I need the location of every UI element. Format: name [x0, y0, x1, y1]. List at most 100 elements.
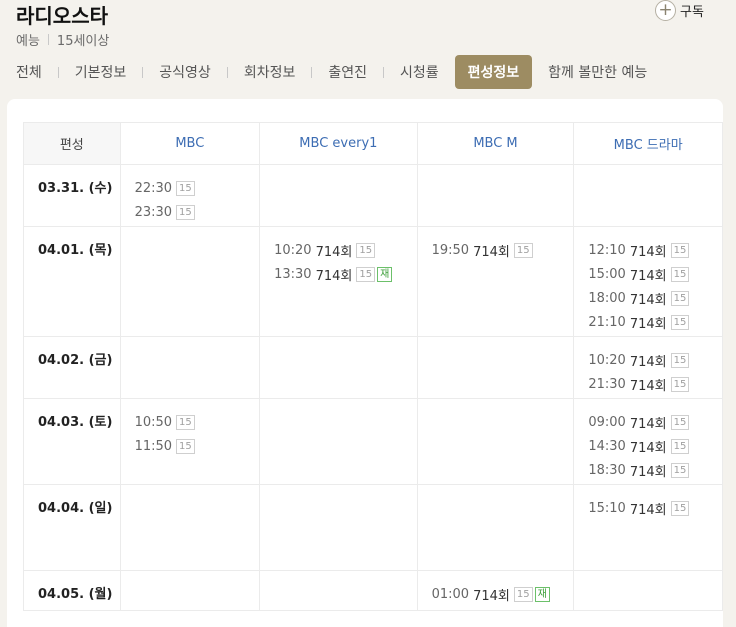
age-rating-badge: 15 — [513, 242, 533, 258]
airtime-slot[interactable]: 09:00 714회 15 — [588, 410, 722, 434]
plus-icon: + — [655, 0, 676, 21]
tab-divider — [226, 66, 228, 78]
airtime-slot[interactable]: 15:10 714회 15 — [588, 496, 722, 520]
airtime-slot[interactable]: 01:00 714회 15 재 — [432, 582, 574, 606]
episode-number: 714회 — [629, 244, 667, 260]
airtime-slot[interactable]: 21:30 714회 15 — [588, 372, 722, 396]
airtime-slot[interactable]: 10:20 714회 15 — [274, 238, 417, 262]
airtime-slot[interactable]: 10:50 15 — [135, 410, 260, 434]
tab-related-shows[interactable]: 함께 볼만한 예능 — [548, 62, 647, 82]
rerun-badge: 재 — [534, 586, 550, 602]
airtime-time: 13:30 — [274, 266, 312, 282]
age-rating-badge: 15 — [176, 204, 195, 220]
tab-official-video[interactable]: 공식영상 — [159, 62, 211, 82]
schedule-cell — [416, 484, 575, 571]
schedule-cell: 22:30 15 23:30 15 — [119, 164, 261, 227]
schedule-row: 04.04. (일) 15:10 714회 15 — [23, 484, 723, 571]
corner-header: 편성 — [23, 122, 121, 165]
subscribe-button[interactable]: + 구독 — [655, 0, 704, 21]
airtime-slot[interactable]: 14:30 714회 15 — [588, 434, 722, 458]
airtime-slot[interactable]: 19:50 714회 15 — [432, 238, 574, 262]
tab-schedule[interactable]: 편성정보 — [454, 55, 533, 89]
channel-header[interactable]: MBC every1 — [259, 122, 418, 165]
schedule-cell: 01:00 714회 15 재 — [416, 570, 575, 611]
episode-number: 714회 — [629, 440, 667, 456]
tab-ratings[interactable]: 시청률 — [400, 62, 439, 82]
age-rating-badge: 15 — [176, 180, 195, 196]
age-rating-badge: 15 — [513, 586, 533, 602]
airtime-time: 19:50 — [431, 242, 470, 258]
episode-number: 714회 — [629, 292, 667, 308]
schedule-cell — [259, 336, 418, 399]
age-rating-badge: 15 — [670, 438, 690, 454]
schedule-cell — [119, 484, 261, 571]
schedule-row: 04.02. (금) 10:20 714회 15 21:30 714회 15 — [23, 336, 723, 399]
airtime-slot[interactable]: 15:00 714회 15 — [588, 262, 722, 286]
airtime-time: 09:00 — [588, 414, 626, 430]
schedule-table: 편성 MBC MBC every1 MBC M MBC 드라마 03.31. (… — [23, 122, 723, 611]
schedule-cell — [259, 164, 418, 227]
tab-divider — [311, 66, 313, 78]
rating-label: 15세이상 — [56, 34, 110, 49]
episode-number: 714회 — [473, 244, 510, 260]
date-cell: 03.31. (수) — [23, 164, 121, 227]
age-rating-badge: 15 — [176, 438, 195, 454]
airtime-slot[interactable]: 22:30 15 — [135, 176, 260, 200]
schedule-panel: 편성 MBC MBC every1 MBC M MBC 드라마 03.31. (… — [7, 99, 723, 627]
episode-number: 714회 — [629, 354, 667, 370]
episode-number: 714회 — [629, 268, 667, 284]
episode-number: 714회 — [473, 588, 510, 604]
schedule-grid[interactable]: 편성 MBC MBC every1 MBC M MBC 드라마 03.31. (… — [23, 122, 723, 611]
airtime-slot[interactable]: 21:10 714회 15 — [588, 310, 722, 334]
tab-cast[interactable]: 출연진 — [328, 62, 367, 82]
program-meta: 예능 15세이상 — [16, 30, 109, 49]
schedule-cell — [119, 336, 261, 399]
tab-bar: 전체 기본정보 공식영상 회차정보 출연진 시청률 편성정보 함께 볼만한 예능 — [16, 55, 647, 89]
schedule-cell: 12:10 714회 15 15:00 714회 15 18:00 714회 15 21:10 71… — [573, 226, 723, 337]
age-rating-badge: 15 — [670, 352, 690, 368]
airtime-slot[interactable]: 11:50 15 — [135, 434, 260, 458]
airtime-slot[interactable]: 12:10 714회 15 — [588, 238, 722, 262]
schedule-cell: 10:20 714회 15 13:30 714회 15 재 — [259, 226, 418, 337]
genre-label[interactable]: 예능 — [16, 30, 40, 49]
schedule-cell — [573, 570, 723, 611]
age-rating-badge: 15 — [670, 376, 690, 392]
airtime-time: 12:10 — [588, 242, 626, 258]
schedule-cell: 19:50 714회 15 — [416, 226, 575, 337]
age-rating-badge: 15 — [176, 414, 195, 430]
age-rating-badge: 15 — [670, 266, 690, 282]
episode-number: 714회 — [629, 502, 667, 518]
airtime-slot[interactable]: 13:30 714회 15 재 — [274, 262, 417, 286]
schedule-row: 04.05. (월) 01:00 714회 15 재 — [23, 570, 723, 611]
date-cell: 04.03. (토) — [23, 398, 121, 485]
meta-divider — [47, 34, 49, 45]
date-cell: 04.01. (목) — [23, 226, 121, 337]
schedule-row: 04.01. (목) 10:20 714회 15 13:30 714회 15 재 19:50 71… — [23, 226, 723, 337]
page-title: 라디오스타 — [16, 4, 108, 28]
airtime-slot[interactable]: 18:30 714회 15 — [588, 458, 722, 482]
tab-episode-info[interactable]: 회차정보 — [244, 62, 296, 82]
tab-all[interactable]: 전체 — [16, 62, 42, 82]
schedule-cell — [416, 336, 575, 399]
airtime-time: 10:20 — [588, 352, 626, 368]
schedule-cell: 10:20 714회 15 21:30 714회 15 — [573, 336, 723, 399]
channel-header[interactable]: MBC 드라마 — [573, 122, 723, 165]
channel-header[interactable]: MBC M — [416, 122, 575, 165]
schedule-cell — [119, 226, 261, 337]
tab-divider — [57, 66, 59, 78]
schedule-row: 04.03. (토) 10:50 15 11:50 15 09:00 714회 15 14:30… — [23, 398, 723, 485]
airtime-slot[interactable]: 23:30 15 — [135, 200, 260, 224]
age-rating-badge: 15 — [670, 500, 690, 516]
channel-header[interactable]: MBC — [119, 122, 261, 165]
schedule-cell — [416, 164, 575, 227]
airtime-time: 15:10 — [588, 500, 626, 516]
airtime-time: 10:20 — [274, 242, 312, 258]
age-rating-badge: 15 — [670, 314, 690, 330]
airtime-slot[interactable]: 10:20 714회 15 — [588, 348, 722, 372]
airtime-time: 21:30 — [588, 376, 626, 392]
airtime-slot[interactable]: 18:00 714회 15 — [588, 286, 722, 310]
age-rating-badge: 15 — [356, 242, 376, 258]
channel-header-row: 편성 MBC MBC every1 MBC M MBC 드라마 — [23, 122, 723, 165]
tab-basic-info[interactable]: 기본정보 — [75, 62, 127, 82]
tab-divider — [142, 66, 144, 78]
